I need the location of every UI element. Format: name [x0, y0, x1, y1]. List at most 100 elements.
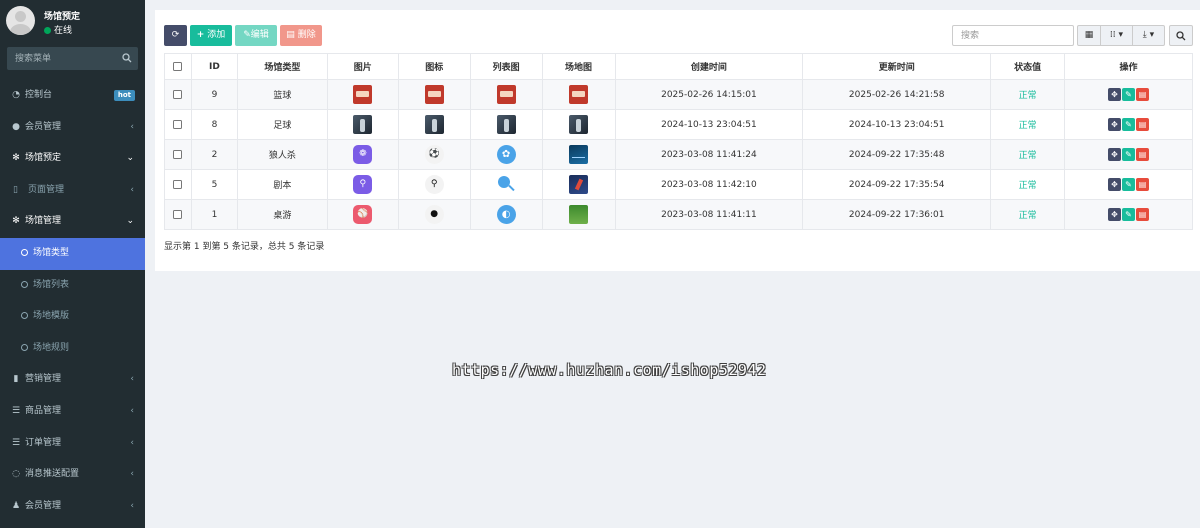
- field-image-thumbnail[interactable]: [569, 205, 589, 224]
- column-header[interactable]: 场馆类型: [236, 53, 328, 80]
- column-header[interactable]: 图片: [326, 53, 399, 80]
- image-thumbnail[interactable]: ⚾: [353, 205, 373, 224]
- user-panel: 场馆预定 在线: [0, 0, 145, 42]
- sidebar-item-dashboard[interactable]: ◔ 控制台 hot: [0, 80, 145, 112]
- icon-thumbnail[interactable]: ●: [424, 205, 444, 224]
- sidebar-item-venue-type[interactable]: 场馆类型: [0, 237, 145, 270]
- field-image-thumbnail[interactable]: [569, 145, 589, 164]
- user-icon: ♟: [11, 500, 21, 511]
- list-image-thumbnail[interactable]: [497, 175, 516, 194]
- cell-updated: 2024-09-22 17:36:01: [802, 199, 992, 230]
- sidebar-item-push-config[interactable]: ◌ 消息推送配置 ‹: [0, 459, 145, 491]
- refresh-button[interactable]: ⟳: [164, 25, 187, 46]
- column-header[interactable]: ID: [190, 53, 238, 80]
- list-image-thumbnail[interactable]: [496, 115, 516, 134]
- row-checkbox[interactable]: [173, 89, 183, 99]
- column-header[interactable]: 创建时间: [614, 53, 804, 80]
- drag-button[interactable]: ✥: [1108, 118, 1122, 131]
- sidebar-item-members-2[interactable]: ♟ 会员管理 ‹: [0, 491, 145, 523]
- row-edit-button[interactable]: ✎: [1122, 118, 1136, 131]
- field-image-thumbnail[interactable]: [569, 175, 589, 194]
- table-row[interactable]: 5 剧本 ⚲ ⚲ 2023-03-08 11:42:10 2024-09-22 …: [164, 169, 1193, 200]
- avatar[interactable]: [6, 6, 35, 35]
- refresh-icon: ⟳: [171, 30, 180, 40]
- sidebar-item-venue-booking[interactable]: ✻ 场馆预定 ⌄: [0, 143, 145, 175]
- table-search-input[interactable]: [953, 26, 1073, 45]
- sidebar-item-label: 场馆预定: [25, 153, 62, 164]
- list-image-thumbnail[interactable]: [496, 85, 516, 104]
- delete-button[interactable]: ▤ 删除: [280, 25, 322, 46]
- chevron-left-icon: ‹: [130, 405, 134, 416]
- add-button[interactable]: + 添加: [190, 25, 232, 46]
- status-badge: 正常: [990, 79, 1066, 110]
- icon-thumbnail[interactable]: ⚽: [424, 145, 444, 164]
- drag-button[interactable]: ✥: [1108, 148, 1122, 161]
- icon-thumbnail[interactable]: [424, 115, 444, 134]
- search-icon[interactable]: [122, 53, 132, 63]
- row-delete-button[interactable]: ▤: [1136, 88, 1150, 101]
- status-badge: 正常: [990, 169, 1066, 200]
- sidebar-item-field-template[interactable]: 场地模版: [0, 301, 145, 333]
- row-edit-button[interactable]: ✎: [1122, 88, 1136, 101]
- row-delete-button[interactable]: ▤: [1136, 178, 1150, 191]
- drag-button[interactable]: ✥: [1108, 208, 1122, 221]
- select-all-checkbox[interactable]: [173, 61, 183, 71]
- sidebar-item-venue-management[interactable]: ✻ 场馆管理 ⌄: [0, 206, 145, 238]
- advanced-search-button[interactable]: [1169, 25, 1193, 46]
- sidebar-item-label: 营销管理: [25, 374, 62, 385]
- row-edit-button[interactable]: ✎: [1122, 208, 1136, 221]
- list-image-thumbnail[interactable]: ✿: [496, 145, 516, 164]
- cell-created: 2023-03-08 11:41:11: [614, 199, 804, 230]
- chevron-left-icon: ‹: [130, 500, 134, 511]
- icon-thumbnail[interactable]: [424, 85, 444, 104]
- edit-button[interactable]: ✎编辑: [235, 25, 277, 46]
- image-thumbnail[interactable]: [353, 115, 373, 134]
- table-row[interactable]: 8 足球 2024-10-13 23:04:51 2024-10-13 23:0…: [164, 109, 1193, 140]
- column-header: 操作: [1064, 53, 1193, 80]
- menu-search-input[interactable]: [7, 47, 119, 70]
- sidebar-item-venue-list[interactable]: 场馆列表: [0, 270, 145, 302]
- view-toggle-button[interactable]: ⁞⁞ ▾: [1100, 25, 1133, 46]
- columns-toggle-button[interactable]: ▦: [1077, 25, 1101, 46]
- sidebar-item-orders[interactable]: ☰ 订单管理 ‹: [0, 428, 145, 460]
- row-checkbox[interactable]: [173, 149, 183, 159]
- field-image-thumbnail[interactable]: [569, 115, 589, 134]
- column-header[interactable]: 场地图: [541, 53, 616, 80]
- table-row[interactable]: 9 篮球 2025-02-26 14:15:01 2025-02-26 14:2…: [164, 79, 1193, 110]
- list-image-thumbnail[interactable]: ◐: [496, 205, 516, 224]
- row-delete-button[interactable]: ▤: [1136, 148, 1150, 161]
- image-thumbnail[interactable]: [353, 85, 373, 104]
- export-button[interactable]: ⤓ ▾: [1132, 25, 1165, 46]
- table-row[interactable]: 2 狼人杀 ❁ ⚽ ✿ 2023-03-08 11:41:24 2024-09-…: [164, 139, 1193, 170]
- field-image-thumbnail[interactable]: [569, 85, 589, 104]
- row-edit-button[interactable]: ✎: [1122, 148, 1136, 161]
- row-checkbox[interactable]: [173, 179, 183, 189]
- circle-icon: [21, 312, 28, 320]
- table-icon: ▦: [1084, 30, 1094, 40]
- image-thumbnail[interactable]: ❁: [353, 145, 373, 164]
- column-header[interactable]: 状态值: [990, 53, 1066, 80]
- column-header[interactable]: 列表图: [469, 53, 543, 80]
- row-checkbox[interactable]: [173, 209, 183, 219]
- sidebar-item-marketing[interactable]: ▮ 营销管理 ‹: [0, 364, 145, 396]
- row-delete-button[interactable]: ▤: [1136, 118, 1150, 131]
- add-button-label: 添加: [207, 30, 226, 40]
- cell-type: 桌游: [236, 199, 328, 230]
- row-delete-button[interactable]: ▤: [1136, 208, 1150, 221]
- table-header-row: ID 场馆类型 图片 图标 列表图 场地图 创建时间 更新时间 状态值 操作: [164, 53, 1193, 80]
- icon-thumbnail[interactable]: ⚲: [424, 175, 444, 194]
- column-header[interactable]: 图标: [397, 53, 471, 80]
- column-header[interactable]: 更新时间: [802, 53, 992, 80]
- drag-button[interactable]: ✥: [1108, 88, 1122, 101]
- table-row[interactable]: 1 桌游 ⚾ ● ◐ 2023-03-08 11:41:11 2024-09-2…: [164, 199, 1193, 230]
- sidebar-item-products[interactable]: ☰ 商品管理 ‹: [0, 396, 145, 428]
- row-checkbox[interactable]: [173, 119, 183, 129]
- sidebar-item-pages[interactable]: ▯ 页面管理 ‹: [0, 175, 145, 207]
- row-actions: ✥ ✎ ▤: [1064, 109, 1193, 140]
- image-thumbnail[interactable]: ⚲: [353, 175, 373, 194]
- cell-updated: 2024-09-22 17:35:48: [802, 139, 992, 170]
- sidebar-item-members[interactable]: ● 会员管理 ‹: [0, 112, 145, 144]
- sidebar-item-field-rules[interactable]: 场地规则: [0, 333, 145, 365]
- drag-button[interactable]: ✥: [1108, 178, 1122, 191]
- row-edit-button[interactable]: ✎: [1122, 178, 1136, 191]
